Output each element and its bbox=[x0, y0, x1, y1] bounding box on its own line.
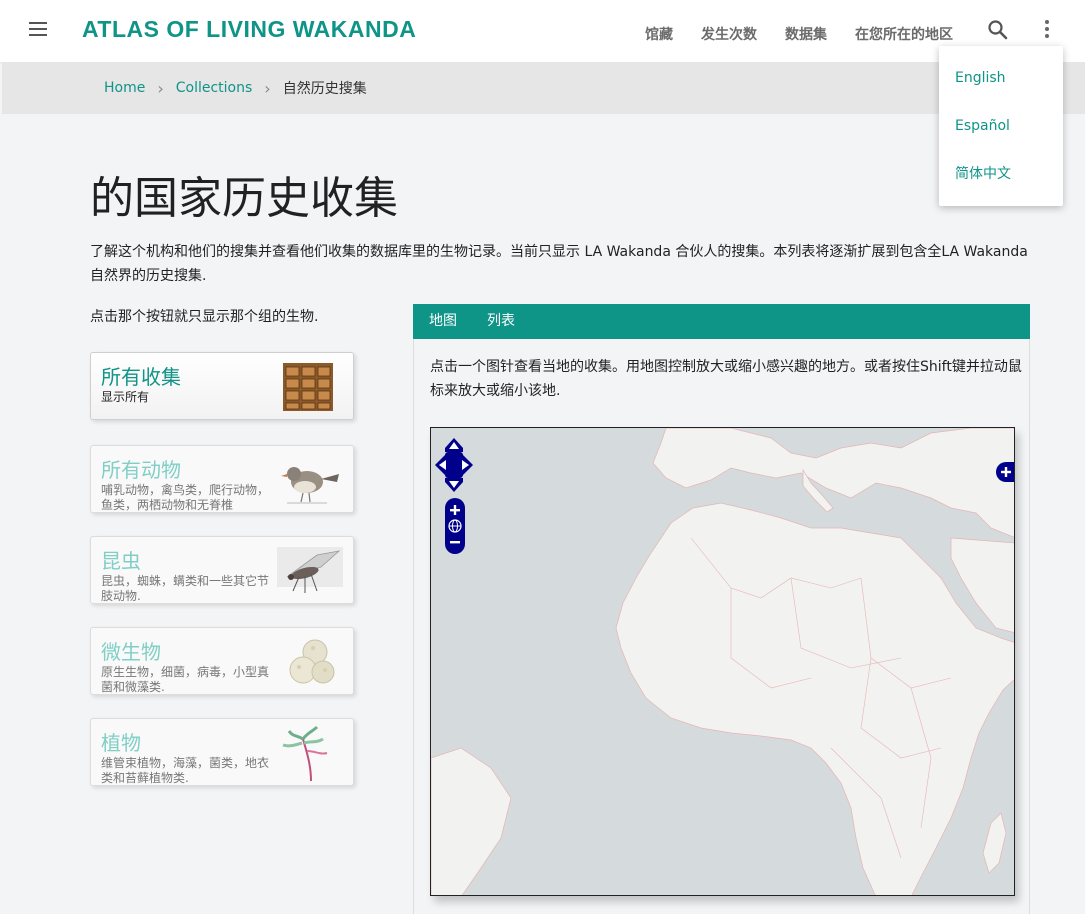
tab-map[interactable]: 地图 bbox=[429, 304, 457, 339]
more-options-icon[interactable] bbox=[1036, 18, 1058, 42]
language-option-spanish[interactable]: Español bbox=[939, 102, 1063, 150]
chevron-right-icon: › bbox=[264, 78, 271, 98]
filter-hint: 点击那个按钮就只显示那个组的生物. bbox=[90, 309, 319, 325]
hamburger-menu-icon[interactable] bbox=[26, 18, 50, 42]
filter-desc: 显示所有 bbox=[101, 390, 150, 404]
filter-microbes[interactable]: 微生物 原生生物，细菌，病毒，小型真菌和微藻类. bbox=[90, 627, 354, 695]
insect-icon bbox=[277, 547, 343, 593]
filter-title: 植物 bbox=[101, 731, 141, 755]
breadcrumb: Home › Collections › 自然历史搜集 bbox=[104, 78, 367, 98]
breadcrumb-current: 自然历史搜集 bbox=[282, 81, 367, 97]
filter-desc: 哺乳动物，禽鸟类，爬行动物，鱼类，两栖动物和无脊椎 bbox=[101, 483, 270, 512]
filter-title: 昆虫 bbox=[101, 549, 141, 573]
cabinet-icon bbox=[283, 363, 333, 411]
filter-title: 所有动物 bbox=[101, 458, 181, 482]
nav-collections[interactable]: 馆藏 bbox=[645, 24, 673, 44]
filter-title: 微生物 bbox=[101, 640, 161, 664]
language-option-chinese[interactable]: 简体中文 bbox=[939, 150, 1063, 198]
microbe-icon bbox=[289, 639, 335, 684]
nav-occurrences[interactable]: 发生次数 bbox=[701, 24, 757, 44]
tab-list[interactable]: 列表 bbox=[487, 304, 515, 339]
zoom-control-icon[interactable] bbox=[445, 498, 465, 554]
filter-cards: 所有收集 显示所有 所有动物 哺乳动物，禽鸟类，爬行动物，鱼类，两栖动物和无脊椎 bbox=[90, 352, 354, 809]
site-brand[interactable]: ATLAS OF LIVING WAKANDA bbox=[82, 16, 416, 43]
search-icon[interactable] bbox=[986, 18, 1010, 42]
intro-text: 了解这个机构和他们的搜集并查看他们收集的数据库里的生物记录。当前只显示 LA W… bbox=[90, 244, 1028, 284]
filter-title: 所有收集 bbox=[101, 365, 181, 389]
map-geography bbox=[431, 428, 1014, 895]
filter-all-collections[interactable]: 所有收集 显示所有 bbox=[90, 352, 354, 420]
nav-datasets[interactable]: 数据集 bbox=[785, 24, 827, 44]
breadcrumb-bar: Home › Collections › 自然历史搜集 bbox=[2, 62, 1085, 114]
layer-switcher-icon[interactable] bbox=[996, 462, 1015, 482]
bird-icon bbox=[281, 467, 339, 504]
language-menu: English Español 简体中文 bbox=[939, 46, 1063, 206]
top-header: ATLAS OF LIVING WAKANDA 馆藏 发生次数 数据集 在您所在… bbox=[0, 0, 1085, 62]
filter-desc: 昆虫，蜘蛛，螨类和一些其它节肢动物. bbox=[101, 574, 270, 603]
page-title: 的国家历史收集 bbox=[90, 173, 398, 224]
nav-your-area[interactable]: 在您所在的地区 bbox=[855, 24, 953, 44]
main-nav: 馆藏 发生次数 数据集 在您所在的地区 bbox=[645, 24, 953, 44]
map-instructions: 点击一个图针查看当地的收集。用地图控制放大或缩小感兴趣的地方。或者按住Shift… bbox=[430, 359, 1022, 399]
pan-control-icon[interactable] bbox=[435, 438, 473, 492]
view-tabs: 地图 列表 bbox=[413, 304, 1030, 339]
map-panel: 点击一个图针查看当地的收集。用地图控制放大或缩小感兴趣的地方。或者按住Shift… bbox=[413, 339, 1030, 914]
collections-map[interactable] bbox=[430, 427, 1015, 896]
plant-icon bbox=[282, 725, 328, 781]
filter-insects[interactable]: 昆虫 昆虫，蜘蛛，螨类和一些其它节肢动物. bbox=[90, 536, 354, 604]
chevron-right-icon: › bbox=[157, 78, 164, 98]
breadcrumb-home[interactable]: Home bbox=[104, 80, 145, 96]
filter-animals[interactable]: 所有动物 哺乳动物，禽鸟类，爬行动物，鱼类，两栖动物和无脊椎 bbox=[90, 445, 354, 513]
filter-plants[interactable]: 植物 维管束植物，海藻，菌类，地衣类和苔藓植物类. bbox=[90, 718, 354, 786]
breadcrumb-collections[interactable]: Collections bbox=[176, 80, 253, 96]
filter-desc: 维管束植物，海藻，菌类，地衣类和苔藓植物类. bbox=[101, 756, 270, 785]
filter-desc: 原生生物，细菌，病毒，小型真菌和微藻类. bbox=[101, 665, 270, 694]
language-option-english[interactable]: English bbox=[939, 54, 1063, 102]
